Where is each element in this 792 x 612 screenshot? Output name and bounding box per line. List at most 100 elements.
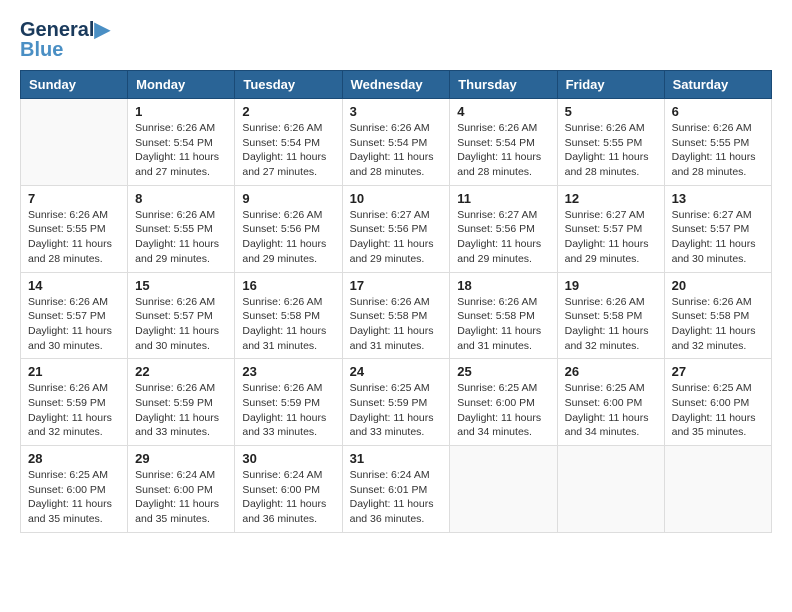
day-number: 8 [135,191,227,206]
calendar-cell: 14 Sunrise: 6:26 AMSunset: 5:57 PMDayligh… [21,272,128,359]
calendar-cell: 24 Sunrise: 6:25 AMSunset: 5:59 PMDayligh… [342,359,450,446]
day-number: 15 [135,278,227,293]
day-info: Sunrise: 6:26 AMSunset: 5:58 PMDaylight:… [565,295,657,354]
day-info: Sunrise: 6:26 AMSunset: 5:54 PMDaylight:… [242,121,334,180]
calendar-cell: 6 Sunrise: 6:26 AMSunset: 5:55 PMDaylight… [664,99,771,186]
calendar-cell: 3Sunrise: 6:26 AMSunset: 5:54 PMDaylight… [342,99,450,186]
page-header: General▶ Blue [20,20,772,60]
day-number: 23 [242,364,334,379]
day-number: 12 [565,191,657,206]
day-info: Sunrise: 6:26 AMSunset: 5:57 PMDaylight:… [135,295,227,354]
day-number: 22 [135,364,227,379]
logo: General▶ Blue [20,20,110,60]
calendar-cell: 22 Sunrise: 6:26 AMSunset: 5:59 PMDayligh… [128,359,235,446]
day-number: 30 [242,451,334,466]
calendar-cell: 30 Sunrise: 6:24 AMSunset: 6:00 PMDayligh… [235,446,342,533]
calendar-cell: 10 Sunrise: 6:27 AMSunset: 5:56 PMDayligh… [342,185,450,272]
day-info: Sunrise: 6:26 AMSunset: 5:55 PMDaylight:… [135,208,227,267]
day-number: 24 [350,364,443,379]
calendar-cell: 8 Sunrise: 6:26 AMSunset: 5:55 PMDaylight… [128,185,235,272]
day-info: Sunrise: 6:26 AMSunset: 5:58 PMDaylight:… [242,295,334,354]
day-info: Sunrise: 6:26 AMSunset: 5:59 PMDaylight:… [242,381,334,440]
calendar-table: SundayMondayTuesdayWednesdayThursdayFrid… [20,70,772,533]
day-number: 11 [457,191,549,206]
day-number: 13 [672,191,764,206]
calendar-cell: 13Sunrise: 6:27 AMSunset: 5:57 PMDayligh… [664,185,771,272]
calendar-cell: 29 Sunrise: 6:24 AMSunset: 6:00 PMDayligh… [128,446,235,533]
calendar-cell: 4Sunrise: 6:26 AMSunset: 5:54 PMDaylight… [450,99,557,186]
day-number: 20 [672,278,764,293]
day-info: Sunrise: 6:26 AMSunset: 5:57 PMDaylight:… [28,295,120,354]
calendar-cell: 15 Sunrise: 6:26 AMSunset: 5:57 PMDayligh… [128,272,235,359]
day-info: Sunrise: 6:27 AMSunset: 5:56 PMDaylight:… [350,208,443,267]
day-number: 21 [28,364,120,379]
day-number: 25 [457,364,549,379]
calendar-cell: 9Sunrise: 6:26 AMSunset: 5:56 PMDaylight… [235,185,342,272]
day-number: 2 [242,104,334,119]
calendar-cell: 18 Sunrise: 6:26 AMSunset: 5:58 PMDayligh… [450,272,557,359]
day-info: Sunrise: 6:24 AMSunset: 6:00 PMDaylight:… [135,468,227,527]
weekday-header-friday: Friday [557,71,664,99]
day-number: 18 [457,278,549,293]
day-number: 6 [672,104,764,119]
day-info: Sunrise: 6:25 AMSunset: 6:00 PMDaylight:… [565,381,657,440]
day-number: 1 [135,104,227,119]
weekday-header-row: SundayMondayTuesdayWednesdayThursdayFrid… [21,71,772,99]
day-info: Sunrise: 6:26 AMSunset: 5:54 PMDaylight:… [350,121,443,180]
calendar-cell: 5Sunrise: 6:26 AMSunset: 5:55 PMDaylight… [557,99,664,186]
day-info: Sunrise: 6:27 AMSunset: 5:56 PMDaylight:… [457,208,549,267]
day-info: Sunrise: 6:26 AMSunset: 5:54 PMDaylight:… [457,121,549,180]
calendar-cell: 7Sunrise: 6:26 AMSunset: 5:55 PMDaylight… [21,185,128,272]
calendar-cell: 20 Sunrise: 6:26 AMSunset: 5:58 PMDayligh… [664,272,771,359]
day-number: 17 [350,278,443,293]
day-info: Sunrise: 6:25 AMSunset: 5:59 PMDaylight:… [350,381,443,440]
calendar-cell: 31 Sunrise: 6:24 AMSunset: 6:01 PMDayligh… [342,446,450,533]
day-number: 7 [28,191,120,206]
day-number: 26 [565,364,657,379]
weekday-header-wednesday: Wednesday [342,71,450,99]
day-info: Sunrise: 6:26 AMSunset: 5:59 PMDaylight:… [28,381,120,440]
calendar-cell: 21 Sunrise: 6:26 AMSunset: 5:59 PMDayligh… [21,359,128,446]
calendar-cell: 17 Sunrise: 6:26 AMSunset: 5:58 PMDayligh… [342,272,450,359]
calendar-cell: 25Sunrise: 6:25 AMSunset: 6:00 PMDayligh… [450,359,557,446]
day-number: 29 [135,451,227,466]
week-row-2: 7 Sunrise: 6:26 AMSunset: 5:55 PMDaylight… [21,185,772,272]
calendar-cell: 2 Sunrise: 6:26 AMSunset: 5:54 PMDaylight… [235,99,342,186]
calendar-cell: 16 Sunrise: 6:26 AMSunset: 5:58 PMDayligh… [235,272,342,359]
calendar-cell: 26 Sunrise: 6:25 AMSunset: 6:00 PMDayligh… [557,359,664,446]
week-row-4: 21 Sunrise: 6:26 AMSunset: 5:59 PMDayligh… [21,359,772,446]
day-info: Sunrise: 6:26 AMSunset: 5:56 PMDaylight:… [242,208,334,267]
day-number: 31 [350,451,443,466]
calendar-cell [557,446,664,533]
weekday-header-saturday: Saturday [664,71,771,99]
calendar-cell: 1 Sunrise: 6:26 AMSunset: 5:54 PMDaylight… [128,99,235,186]
day-info: Sunrise: 6:26 AMSunset: 5:54 PMDaylight:… [135,121,227,180]
weekday-header-tuesday: Tuesday [235,71,342,99]
day-number: 10 [350,191,443,206]
day-info: Sunrise: 6:26 AMSunset: 5:55 PMDaylight:… [672,121,764,180]
day-info: Sunrise: 6:26 AMSunset: 5:59 PMDaylight:… [135,381,227,440]
day-info: Sunrise: 6:26 AMSunset: 5:58 PMDaylight:… [457,295,549,354]
day-info: Sunrise: 6:26 AMSunset: 5:55 PMDaylight:… [565,121,657,180]
weekday-header-sunday: Sunday [21,71,128,99]
calendar-cell [21,99,128,186]
day-number: 19 [565,278,657,293]
calendar-cell: 27Sunrise: 6:25 AMSunset: 6:00 PMDayligh… [664,359,771,446]
calendar-cell [664,446,771,533]
day-number: 16 [242,278,334,293]
calendar-cell: 28Sunrise: 6:25 AMSunset: 6:00 PMDayligh… [21,446,128,533]
calendar-cell: 19 Sunrise: 6:26 AMSunset: 5:58 PMDayligh… [557,272,664,359]
day-number: 28 [28,451,120,466]
day-info: Sunrise: 6:24 AMSunset: 6:01 PMDaylight:… [350,468,443,527]
day-info: Sunrise: 6:24 AMSunset: 6:00 PMDaylight:… [242,468,334,527]
weekday-header-thursday: Thursday [450,71,557,99]
week-row-3: 14 Sunrise: 6:26 AMSunset: 5:57 PMDayligh… [21,272,772,359]
week-row-5: 28Sunrise: 6:25 AMSunset: 6:00 PMDayligh… [21,446,772,533]
day-info: Sunrise: 6:26 AMSunset: 5:58 PMDaylight:… [350,295,443,354]
day-number: 14 [28,278,120,293]
day-number: 27 [672,364,764,379]
week-row-1: 1 Sunrise: 6:26 AMSunset: 5:54 PMDaylight… [21,99,772,186]
logo-blue: Blue [20,40,110,60]
day-info: Sunrise: 6:26 AMSunset: 5:58 PMDaylight:… [672,295,764,354]
day-info: Sunrise: 6:27 AMSunset: 5:57 PMDaylight:… [565,208,657,267]
